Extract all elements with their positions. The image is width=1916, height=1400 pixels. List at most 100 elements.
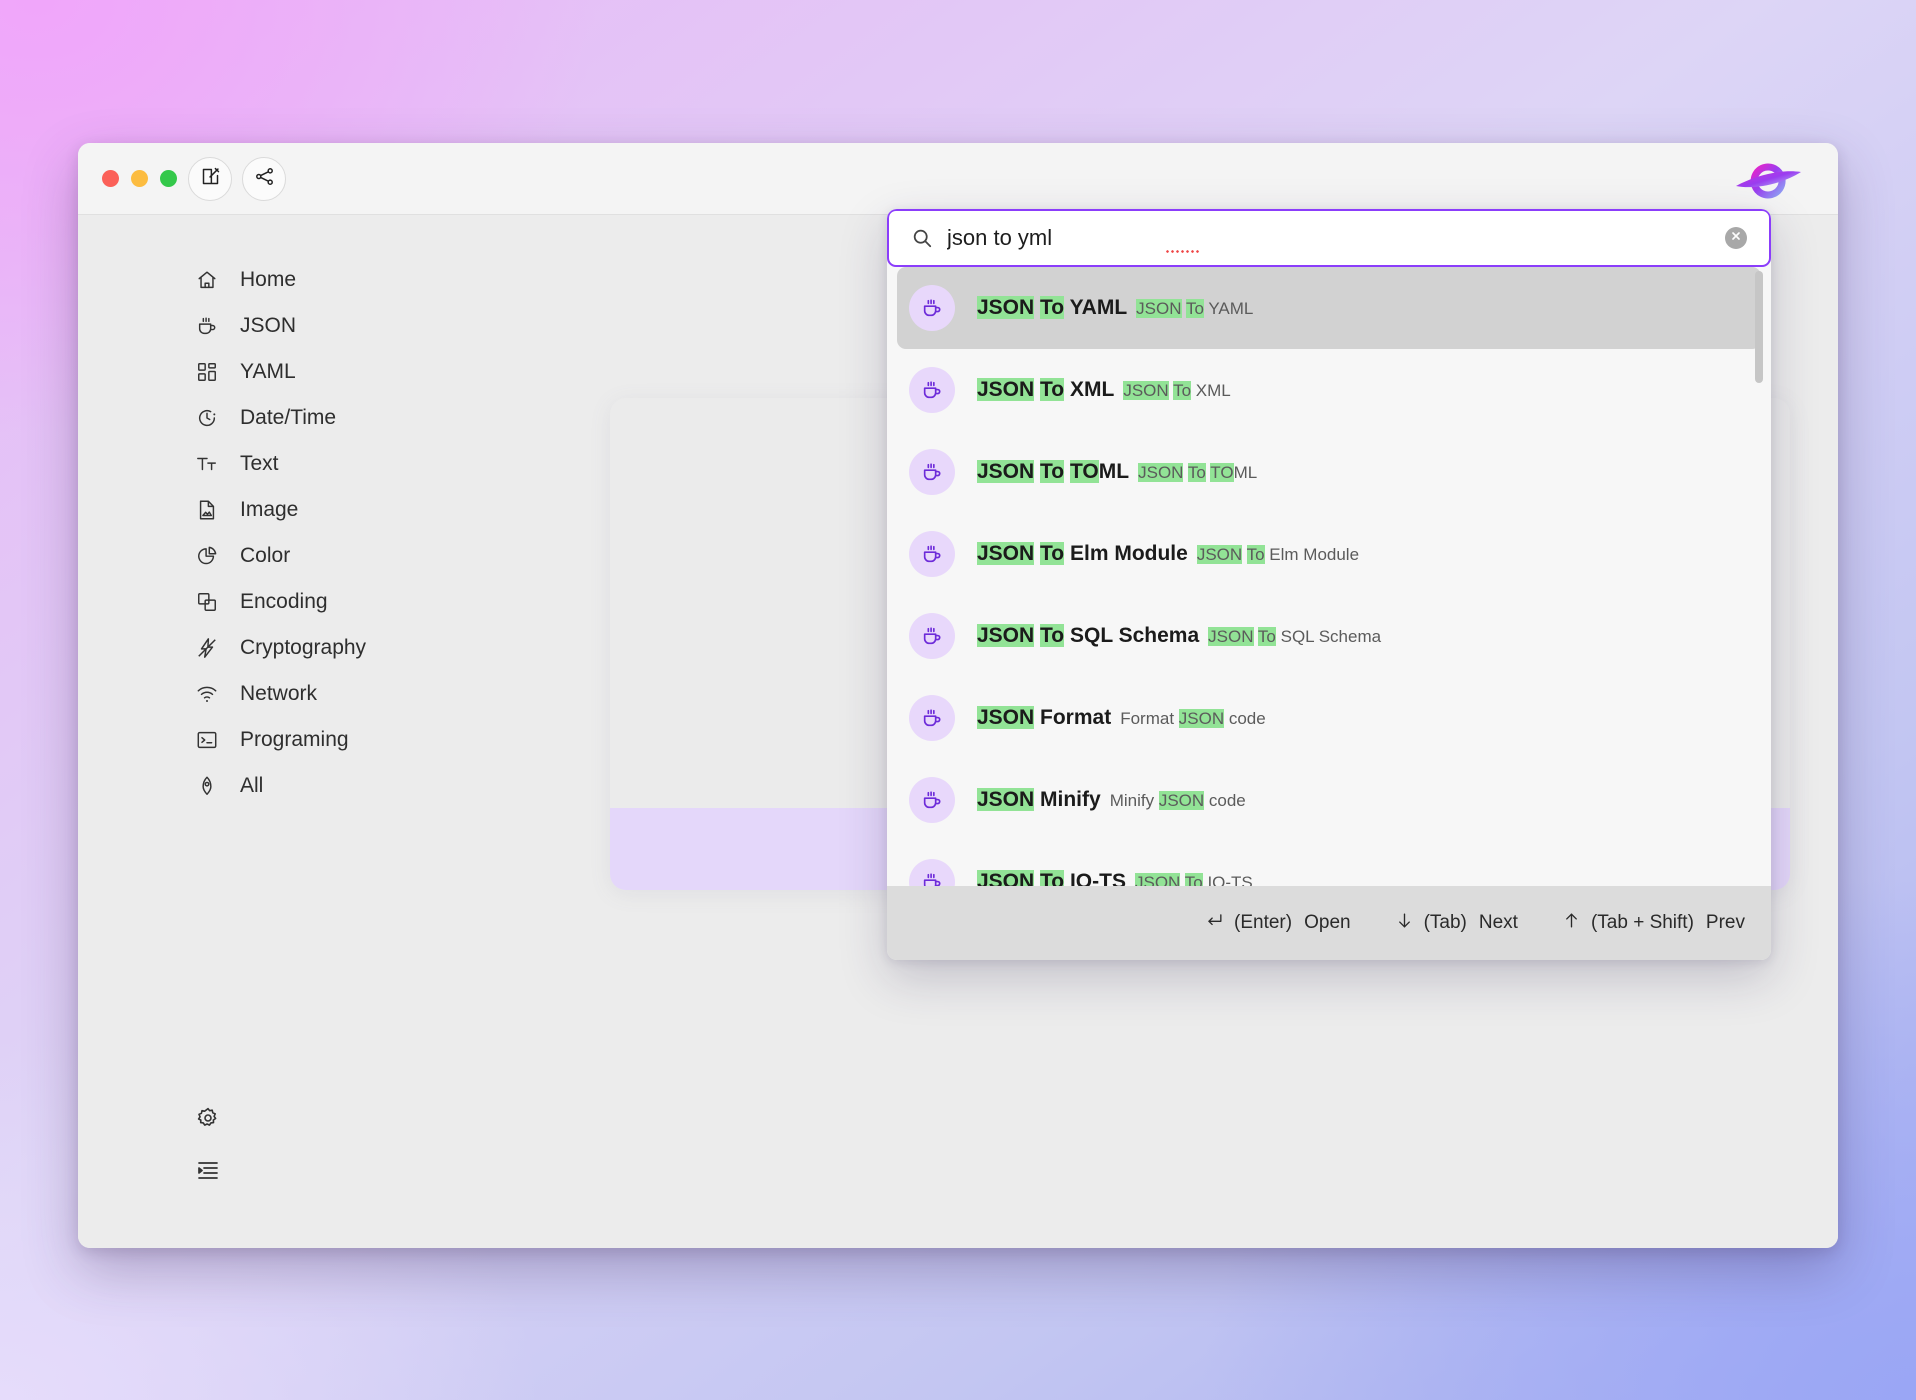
match-highlight: JSON <box>977 788 1035 811</box>
results-container: JSON To YAML JSON To YAML JSON To XML JSON … <box>887 267 1771 886</box>
hint-tab-shift-prev: (Tab + Shift) Prev <box>1562 911 1745 936</box>
image-file-icon <box>196 499 218 521</box>
result-title-text: YAML <box>1064 296 1128 319</box>
sidebar-item-text[interactable]: Text <box>78 441 450 487</box>
result-description-text: IO-TS <box>1202 873 1253 886</box>
result-description-text: code <box>1224 709 1266 728</box>
result-text: JSON To XML JSON To XML <box>977 378 1231 402</box>
match-highlight: To <box>1040 296 1065 319</box>
match-highlight: To <box>1040 870 1065 886</box>
coffee-cup-icon <box>909 367 955 413</box>
search-bar[interactable] <box>887 209 1771 267</box>
result-description: JSON To SQL Schema <box>1208 627 1381 647</box>
coffee-cup-icon <box>909 695 955 741</box>
result-text: JSON To SQL Schema JSON To SQL Schema <box>977 624 1381 648</box>
hint-tab-next: (Tab) Next <box>1395 911 1518 936</box>
result-description: Minify JSON code <box>1110 791 1246 811</box>
sidebar-item-label: Date/Time <box>240 406 337 429</box>
result-row[interactable]: JSON To YAML JSON To YAML <box>897 267 1761 349</box>
hint-key: (Tab + Shift) <box>1590 912 1694 933</box>
sidebar-item-label: Image <box>240 498 299 521</box>
results-scrollbar-thumb[interactable] <box>1755 271 1763 383</box>
match-highlight: TO <box>1210 463 1234 482</box>
result-description-text: code <box>1204 791 1246 810</box>
sidebar-item-image[interactable]: Image <box>78 487 450 533</box>
match-highlight: TO <box>1069 460 1099 483</box>
result-row[interactable]: JSON To Elm Module JSON To Elm Module <box>897 513 1761 595</box>
sidebar-item-cryptography[interactable]: Cryptography <box>78 625 450 671</box>
result-description: JSON To IO-TS <box>1134 873 1253 886</box>
result-description-text: ML <box>1233 463 1258 482</box>
match-highlight: JSON <box>977 870 1035 886</box>
result-text: JSON To IO-TS JSON To IO-TS <box>977 870 1253 886</box>
match-highlight: To <box>1185 299 1204 318</box>
sidebar-item-label: Encoding <box>240 590 328 613</box>
match-highlight: To <box>1040 624 1065 647</box>
match-highlight: JSON <box>1136 299 1182 318</box>
result-title: JSON To YAML <box>977 296 1127 320</box>
sidebar-item-yaml[interactable]: YAML <box>78 349 450 395</box>
result-row[interactable]: JSON Format Format JSON code <box>897 677 1761 759</box>
traffic-lights <box>102 170 177 187</box>
match-highlight: JSON <box>977 624 1035 647</box>
terminal-icon <box>196 729 218 751</box>
collapse-sidebar-button[interactable] <box>196 1158 222 1184</box>
search-icon <box>911 227 933 249</box>
result-row[interactable]: JSON To SQL Schema JSON To SQL Schema <box>897 595 1761 677</box>
maximize-window-button[interactable] <box>160 170 177 187</box>
close-window-button[interactable] <box>102 170 119 187</box>
sidebar-item-label: Text <box>240 452 279 475</box>
results-scrollbar[interactable] <box>1755 267 1767 886</box>
sidebar-item-json[interactable]: JSON <box>78 303 450 349</box>
pie-color-icon <box>196 545 218 567</box>
result-row[interactable]: JSON To XML JSON To XML <box>897 349 1761 431</box>
result-text: JSON To Elm Module JSON To Elm Module <box>977 542 1359 566</box>
sidebar-item-encoding[interactable]: Encoding <box>78 579 450 625</box>
result-text: JSON Format Format JSON code <box>977 706 1266 730</box>
settings-button[interactable] <box>196 1106 222 1132</box>
rocket-icon <box>196 775 218 797</box>
text-format-icon <box>196 453 218 475</box>
sidebar-item-label: YAML <box>240 360 296 383</box>
match-highlight: JSON <box>1138 463 1184 482</box>
result-row[interactable]: JSON To IO-TS JSON To IO-TS <box>897 841 1761 886</box>
sidebar-item-label: Color <box>240 544 291 567</box>
clear-search-button[interactable] <box>1725 227 1747 249</box>
sidebar-item-all[interactable]: All <box>78 763 450 809</box>
result-description-text: Format <box>1120 709 1179 728</box>
minimize-window-button[interactable] <box>131 170 148 187</box>
sidebar-item-datetime[interactable]: Date/Time <box>78 395 450 441</box>
result-row[interactable]: JSON Minify Minify JSON code <box>897 759 1761 841</box>
result-text: JSON Minify Minify JSON code <box>977 788 1246 812</box>
sidebar-item-label: Programing <box>240 728 349 751</box>
hint-action: Open <box>1304 912 1351 933</box>
sidebar-item-network[interactable]: Network <box>78 671 450 717</box>
titlebar <box>78 143 1838 215</box>
sidebar-item-home[interactable]: Home <box>78 257 450 303</box>
sidebar-item-label: Network <box>240 682 318 705</box>
result-title: JSON To Elm Module <box>977 542 1188 566</box>
hint-action: Next <box>1478 912 1518 933</box>
spellcheck-underline <box>1165 249 1199 253</box>
close-icon <box>1730 229 1742 247</box>
match-highlight: JSON <box>1178 709 1225 728</box>
result-description: Format JSON code <box>1120 709 1266 729</box>
coffee-cup-icon <box>909 285 955 331</box>
result-title-text: Minify <box>1034 788 1101 811</box>
match-highlight: JSON <box>1158 791 1205 810</box>
clock-icon <box>196 407 218 429</box>
search-input[interactable] <box>933 225 1725 251</box>
result-description-text: YAML <box>1203 299 1254 318</box>
compose-button[interactable] <box>188 157 232 201</box>
sidebar: Home JSON YAML Date/Time Text Image Colo… <box>78 215 450 1248</box>
result-row[interactable]: JSON To TOML JSON To TOML <box>897 431 1761 513</box>
sidebar-item-label: JSON <box>240 314 297 337</box>
share-icon <box>254 166 275 192</box>
result-text: JSON To TOML JSON To TOML <box>977 460 1257 484</box>
search-results-list[interactable]: JSON To YAML JSON To YAML JSON To XML JSON … <box>887 267 1771 886</box>
result-title-text: SQL Schema <box>1064 624 1200 647</box>
copy-layers-icon <box>196 591 218 613</box>
sidebar-item-color[interactable]: Color <box>78 533 450 579</box>
sidebar-item-programing[interactable]: Programing <box>78 717 450 763</box>
share-button[interactable] <box>242 157 286 201</box>
